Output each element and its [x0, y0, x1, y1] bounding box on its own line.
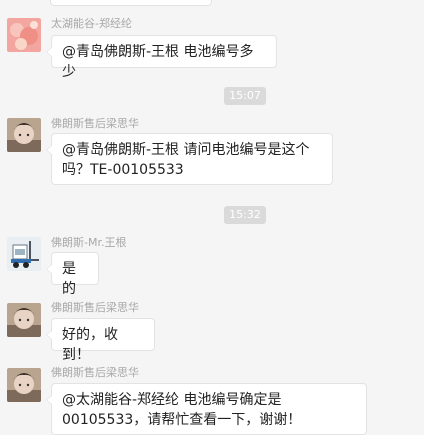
sender-name: 佛朗斯售后梁思华: [51, 301, 139, 314]
sender-name: 太湖能谷-郑经纶: [51, 17, 132, 30]
timestamp-badge: 15:07: [224, 87, 266, 105]
message-bubble: @太湖能谷-郑经纶 电池编号确定是00105533，请帮忙查看一下，谢谢！: [46, 383, 367, 435]
message-bubble: 好的，收到！: [46, 318, 155, 363]
forklift-avatar-icon[interactable]: [7, 237, 41, 271]
sender-name: 佛朗斯-Mr.王根: [51, 236, 127, 249]
message-bubble: 是的: [46, 252, 99, 297]
sender-name: 佛朗斯售后梁思华: [51, 366, 139, 379]
person-photo-avatar-icon[interactable]: [7, 368, 41, 402]
previous-message-bubble: [50, 0, 212, 6]
timestamp-badge: 15:32: [224, 206, 266, 224]
message-bubble: @青岛佛朗斯-王根 请问电池编号是这个吗？TE-00105533: [46, 133, 333, 185]
person-photo-avatar-icon[interactable]: [7, 303, 41, 337]
sender-name: 佛朗斯售后梁思华: [51, 117, 139, 130]
pink-flower-avatar-icon[interactable]: [7, 18, 41, 52]
message-bubble: @青岛佛朗斯-王根 电池编号多少: [46, 35, 277, 80]
person-photo-avatar-icon[interactable]: [7, 118, 41, 152]
